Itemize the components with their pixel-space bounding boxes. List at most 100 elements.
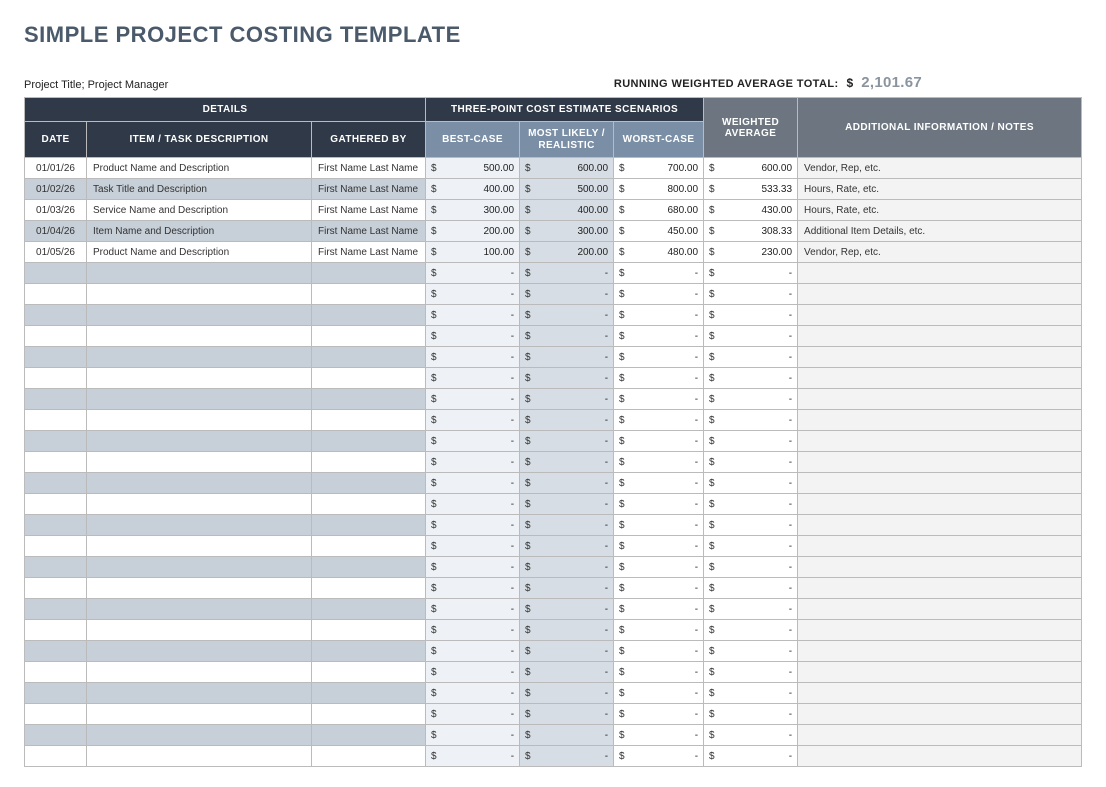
money-cell[interactable]: $-	[614, 431, 704, 452]
cell-item[interactable]: Product Name and Description	[87, 158, 312, 179]
money-cell[interactable]: $-	[520, 557, 614, 578]
cell-date[interactable]	[25, 683, 87, 704]
money-cell[interactable]: $-	[520, 494, 614, 515]
money-cell[interactable]: $230.00	[704, 242, 798, 263]
cell-item[interactable]	[87, 305, 312, 326]
money-cell[interactable]: $-	[704, 641, 798, 662]
cell-date[interactable]	[25, 746, 87, 767]
cell-gathered[interactable]	[312, 473, 426, 494]
cell-item[interactable]	[87, 704, 312, 725]
cell-gathered[interactable]	[312, 347, 426, 368]
money-cell[interactable]: $-	[520, 368, 614, 389]
money-cell[interactable]: $-	[520, 704, 614, 725]
cell-date[interactable]	[25, 452, 87, 473]
cell-item[interactable]	[87, 263, 312, 284]
money-cell[interactable]: $100.00	[426, 242, 520, 263]
money-cell[interactable]: $-	[704, 515, 798, 536]
money-cell[interactable]: $400.00	[520, 200, 614, 221]
money-cell[interactable]: $-	[704, 473, 798, 494]
cell-date[interactable]	[25, 305, 87, 326]
money-cell[interactable]: $-	[614, 389, 704, 410]
money-cell[interactable]: $-	[704, 578, 798, 599]
cell-notes[interactable]	[798, 347, 1082, 368]
cell-notes[interactable]	[798, 620, 1082, 641]
money-cell[interactable]: $-	[614, 452, 704, 473]
cell-gathered[interactable]	[312, 263, 426, 284]
cell-date[interactable]: 01/05/26	[25, 242, 87, 263]
money-cell[interactable]: $-	[614, 305, 704, 326]
money-cell[interactable]: $-	[614, 410, 704, 431]
cell-gathered[interactable]: First Name Last Name	[312, 221, 426, 242]
money-cell[interactable]: $-	[426, 473, 520, 494]
money-cell[interactable]: $-	[520, 662, 614, 683]
money-cell[interactable]: $-	[704, 704, 798, 725]
cell-gathered[interactable]	[312, 368, 426, 389]
money-cell[interactable]: $-	[520, 515, 614, 536]
cell-date[interactable]	[25, 473, 87, 494]
money-cell[interactable]: $-	[426, 704, 520, 725]
cell-notes[interactable]	[798, 599, 1082, 620]
cell-gathered[interactable]	[312, 410, 426, 431]
money-cell[interactable]: $-	[426, 347, 520, 368]
money-cell[interactable]: $-	[614, 746, 704, 767]
money-cell[interactable]: $-	[426, 410, 520, 431]
cell-notes[interactable]	[798, 473, 1082, 494]
money-cell[interactable]: $-	[704, 431, 798, 452]
money-cell[interactable]: $-	[426, 389, 520, 410]
money-cell[interactable]: $-	[426, 494, 520, 515]
cell-item[interactable]: Item Name and Description	[87, 221, 312, 242]
money-cell[interactable]: $-	[426, 284, 520, 305]
money-cell[interactable]: $-	[614, 641, 704, 662]
cell-notes[interactable]	[798, 704, 1082, 725]
money-cell[interactable]: $-	[426, 452, 520, 473]
cell-gathered[interactable]	[312, 641, 426, 662]
money-cell[interactable]: $-	[426, 326, 520, 347]
money-cell[interactable]: $308.33	[704, 221, 798, 242]
money-cell[interactable]: $-	[704, 725, 798, 746]
cell-notes[interactable]	[798, 326, 1082, 347]
cell-date[interactable]	[25, 578, 87, 599]
money-cell[interactable]: $-	[614, 347, 704, 368]
cell-gathered[interactable]	[312, 305, 426, 326]
money-cell[interactable]: $800.00	[614, 179, 704, 200]
money-cell[interactable]: $-	[520, 305, 614, 326]
cell-item[interactable]	[87, 599, 312, 620]
money-cell[interactable]: $-	[614, 536, 704, 557]
money-cell[interactable]: $-	[426, 557, 520, 578]
cell-date[interactable]	[25, 725, 87, 746]
cell-date[interactable]	[25, 515, 87, 536]
cell-date[interactable]	[25, 410, 87, 431]
cell-item[interactable]: Service Name and Description	[87, 200, 312, 221]
cell-notes[interactable]	[798, 557, 1082, 578]
cell-date[interactable]	[25, 599, 87, 620]
cell-item[interactable]	[87, 368, 312, 389]
cell-item[interactable]	[87, 725, 312, 746]
cell-gathered[interactable]	[312, 284, 426, 305]
cell-item[interactable]: Task Title and Description	[87, 179, 312, 200]
cell-item[interactable]	[87, 326, 312, 347]
cell-date[interactable]	[25, 494, 87, 515]
cell-notes[interactable]	[798, 389, 1082, 410]
cell-notes[interactable]	[798, 284, 1082, 305]
money-cell[interactable]: $-	[704, 536, 798, 557]
cell-date[interactable]	[25, 368, 87, 389]
money-cell[interactable]: $-	[520, 599, 614, 620]
cell-date[interactable]: 01/04/26	[25, 221, 87, 242]
cell-item[interactable]	[87, 494, 312, 515]
money-cell[interactable]: $450.00	[614, 221, 704, 242]
cell-gathered[interactable]	[312, 536, 426, 557]
money-cell[interactable]: $-	[520, 452, 614, 473]
cell-item[interactable]	[87, 473, 312, 494]
money-cell[interactable]: $-	[520, 746, 614, 767]
money-cell[interactable]: $-	[426, 305, 520, 326]
money-cell[interactable]: $-	[426, 536, 520, 557]
cell-notes[interactable]: Hours, Rate, etc.	[798, 200, 1082, 221]
money-cell[interactable]: $-	[426, 599, 520, 620]
money-cell[interactable]: $-	[614, 263, 704, 284]
money-cell[interactable]: $-	[704, 389, 798, 410]
money-cell[interactable]: $-	[426, 578, 520, 599]
cell-notes[interactable]	[798, 746, 1082, 767]
cell-gathered[interactable]	[312, 326, 426, 347]
cell-item[interactable]	[87, 641, 312, 662]
money-cell[interactable]: $-	[704, 662, 798, 683]
